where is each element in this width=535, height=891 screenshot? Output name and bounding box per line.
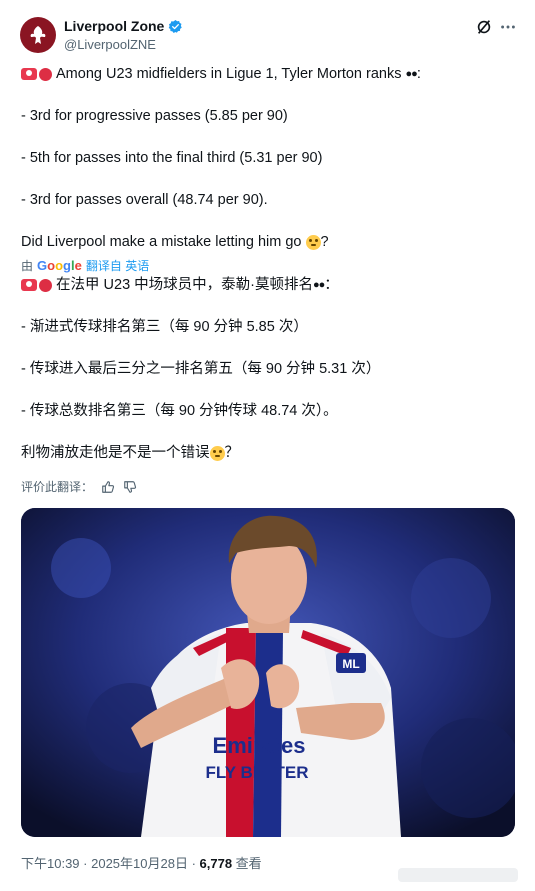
tweet-date[interactable]: 2025年10月28日 [91, 856, 188, 871]
verified-badge-icon [169, 19, 183, 33]
translated-from-link[interactable]: 翻译自 英语 [86, 257, 149, 274]
tweet-time[interactable]: 下午10:39 [21, 856, 80, 871]
translation-attribution: 由 Google 翻译自 英语 [21, 257, 149, 274]
translation-bullet-2: - 传球进入最后三分之一排名第五（每 90 分钟 5.31 次） [21, 361, 381, 377]
tweet-photo[interactable]: ML Emirates FLY BETTER [21, 508, 515, 837]
tweet-question-end: ? [320, 234, 329, 250]
more-horizontal-icon[interactable] [498, 17, 518, 37]
translated-by-label: 由 [21, 259, 34, 273]
rotating-light-emoji-icon [21, 68, 37, 81]
flushed-face-emoji-icon [209, 445, 225, 461]
google-logo: Google [37, 258, 82, 273]
translation-question-text: 利物浦放走他是不是一个错误 [21, 445, 210, 461]
translation-intro-text: 在法甲 U23 中场球员中，泰勒·莫顿排名 [56, 277, 313, 293]
rotating-light-emoji-icon [21, 279, 37, 292]
watermark [398, 868, 518, 882]
tweet-header: Liverpool Zone @LiverpoolZNE [0, 0, 535, 60]
crest-text: ML [342, 657, 359, 671]
meta-separator: · [187, 856, 200, 871]
tweet-meta: 下午10:39 · 2025年10月28日 · 6,778 查看 [21, 853, 262, 872]
liverbird-logo-icon [30, 26, 46, 44]
meta-separator: · [79, 856, 92, 871]
tweet-line-intro: Among U23 midfielders in Ligue 1, Tyler … [21, 64, 421, 84]
tweet-intro-text: Among U23 midfielders in Ligue 1, Tyler … [56, 66, 402, 82]
translation-intro-end: ： [324, 277, 339, 293]
tweet-intro-end: : [416, 66, 421, 82]
rate-translation-label: 评价此翻译： [21, 480, 94, 494]
tweet-question: Did Liverpool make a mistake letting him… [21, 232, 329, 252]
avatar[interactable] [20, 17, 56, 53]
grok-icon[interactable] [474, 17, 494, 37]
tweet-bullet-3: - 3rd for passes overall (48.74 per 90). [21, 192, 268, 208]
translation-bullet-1: - 渐进式传球排名第三（每 90 分钟 5.85 次） [21, 319, 308, 335]
eyes-emoji-icon: ●● [405, 68, 418, 81]
translation-question-end: ？ [224, 445, 240, 461]
red-circle-emoji-icon [39, 67, 52, 81]
sponsor-text: Emirates [213, 733, 306, 758]
tweet-bullet-2: - 5th for passes into the final third (5… [21, 150, 323, 166]
translation-bullet-3: - 传球总数排名第三（每 90 分钟传球 48.74 次）。 [21, 403, 338, 419]
flushed-face-emoji-icon [305, 234, 321, 250]
eyes-emoji-icon: ●● [312, 279, 325, 292]
player-photo: ML Emirates FLY BETTER [21, 508, 515, 837]
view-count: 6,778 [199, 856, 233, 871]
author-display-name[interactable]: Liverpool Zone [64, 18, 164, 34]
author-name-row[interactable]: Liverpool Zone [64, 18, 183, 34]
translation-line-intro: 在法甲 U23 中场球员中，泰勒·莫顿排名●●： [21, 275, 339, 295]
views-label: 查看 [232, 856, 262, 871]
tweet-bullet-1: - 3rd for progressive passes (5.85 per 9… [21, 108, 288, 124]
sponsor-tagline: FLY BETTER [206, 763, 309, 782]
tweet-question-text: Did Liverpool make a mistake letting him… [21, 234, 302, 250]
thumbs-down-icon[interactable] [123, 480, 137, 494]
author-handle[interactable]: @LiverpoolZNE [64, 37, 156, 52]
rate-translation: 评价此翻译： [21, 478, 137, 495]
thumbs-up-icon[interactable] [101, 480, 115, 494]
red-circle-emoji-icon [39, 278, 52, 292]
translation-question: 利物浦放走他是不是一个错误 ？ [21, 443, 239, 463]
